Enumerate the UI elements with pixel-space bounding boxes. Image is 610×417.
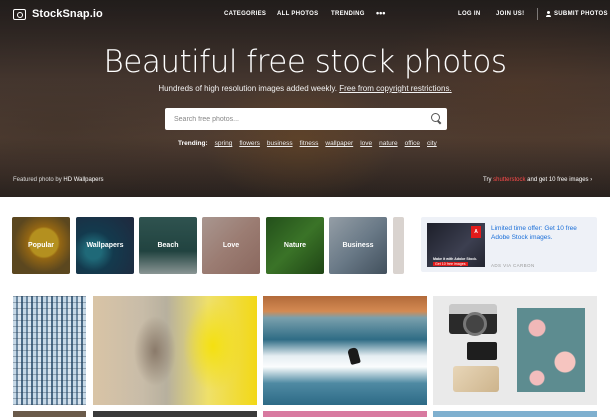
trending-tag[interactable]: nature	[379, 140, 397, 147]
hero-subtitle: Hundreds of high resolution images added…	[0, 84, 610, 93]
category-tile-partial[interactable]	[393, 217, 404, 274]
trending-tag[interactable]: office	[405, 140, 420, 147]
camera-logo-icon	[13, 8, 26, 20]
photo-tile-next-row[interactable]	[433, 411, 597, 417]
shutterstock-promo-link[interactable]: Try shutterstock and get 10 free images …	[483, 177, 592, 183]
hero-banner: StockSnap.io CATEGORIES ALL PHOTOS TREND…	[0, 0, 610, 197]
trending-label: Trending:	[178, 140, 208, 147]
logo-text: StockSnap.io	[32, 8, 103, 20]
trending-tag[interactable]: spring	[215, 140, 233, 147]
trending-tag[interactable]: city	[427, 140, 437, 147]
trending-tags: Trending: spring flowers business fitnes…	[178, 140, 437, 147]
nav-join[interactable]: JOIN US!	[496, 11, 524, 17]
category-tile-popular[interactable]: Popular	[12, 217, 70, 274]
trending-tag[interactable]: flowers	[239, 140, 260, 147]
category-tile-wallpapers[interactable]: Wallpapers	[76, 217, 134, 274]
nav-trending[interactable]: TRENDING	[331, 11, 365, 17]
copyright-link[interactable]: Free from copyright restrictions.	[339, 84, 451, 93]
chevron-right-icon: ›	[590, 177, 593, 183]
ad-text-link[interactable]: Limited time offer: Get 10 free Adobe St…	[491, 224, 593, 242]
nav-login[interactable]: LOG IN	[458, 11, 480, 17]
category-label: Wallpapers	[86, 242, 124, 249]
nav-submit-label: SUBMIT PHOTOS	[554, 11, 608, 17]
featured-credit: Featured photo by HD Wallpapers	[13, 177, 104, 183]
phone-object	[467, 342, 497, 360]
category-label: Popular	[27, 242, 55, 249]
category-label: Business	[342, 242, 374, 249]
hero-subtitle-text: Hundreds of high resolution images added…	[158, 84, 337, 93]
floral-notebook	[517, 308, 585, 392]
photo-tile-next-row[interactable]	[13, 411, 86, 417]
search-icon[interactable]	[425, 108, 447, 130]
ad-via-label[interactable]: ADS VIA CARBON	[491, 263, 535, 268]
site-logo[interactable]: StockSnap.io	[13, 8, 103, 20]
photo-tile-blur[interactable]	[93, 296, 257, 405]
nav-categories[interactable]: CATEGORIES	[224, 11, 266, 17]
phone-gold-object	[453, 366, 499, 392]
promo-prefix: Try	[483, 177, 492, 183]
hero-title: Beautiful free stock photos	[103, 44, 507, 80]
photo-tile-surfer[interactable]	[263, 296, 427, 405]
trending-tag[interactable]: business	[267, 140, 293, 147]
category-tile-business[interactable]: Business	[329, 217, 387, 274]
nav-submit-photos[interactable]: SUBMIT PHOTOS	[545, 11, 608, 17]
featured-author-link[interactable]: HD Wallpapers	[63, 177, 103, 183]
more-menu-icon[interactable]: •••	[376, 8, 385, 18]
category-tile-nature[interactable]: Nature	[266, 217, 324, 274]
featured-prefix: Featured photo by	[13, 177, 62, 183]
category-label: Beach	[157, 242, 179, 249]
ad-image-title: Make it with Adobe Stock.	[433, 257, 478, 261]
search-bar	[165, 108, 447, 130]
category-tile-beach[interactable]: Beach	[139, 217, 197, 274]
promo-brand: shutterstock	[493, 177, 526, 183]
trending-tag[interactable]: fitness	[300, 140, 319, 147]
photo-tile-next-row[interactable]	[93, 411, 257, 417]
trending-tag[interactable]: wallpaper	[325, 140, 353, 147]
nav-all-photos[interactable]: ALL PHOTOS	[277, 11, 318, 17]
ad-image-caption: Make it with Adobe Stock. Get 10 free im…	[433, 257, 481, 267]
category-tile-love[interactable]: Love	[202, 217, 260, 274]
category-label: Love	[222, 242, 240, 249]
camera-object	[449, 304, 497, 336]
user-icon	[545, 11, 551, 17]
carbon-ad: A Make it with Adobe Stock. Get 10 free …	[421, 217, 597, 272]
category-label: Nature	[283, 242, 307, 249]
search-input[interactable]	[165, 108, 425, 130]
photo-tile-building[interactable]	[13, 296, 86, 405]
adobe-logo-icon: A	[471, 226, 481, 238]
surfer-figure	[347, 346, 361, 366]
ad-image[interactable]: A Make it with Adobe Stock. Get 10 free …	[427, 223, 485, 267]
trending-tag[interactable]: love	[360, 140, 372, 147]
photo-tile-next-row[interactable]	[263, 411, 427, 417]
nav-divider	[537, 8, 538, 20]
photo-tile-desk[interactable]	[433, 296, 597, 405]
promo-suffix: and get 10 free images	[527, 177, 589, 183]
ad-image-cta: Get 10 free images	[433, 261, 468, 267]
